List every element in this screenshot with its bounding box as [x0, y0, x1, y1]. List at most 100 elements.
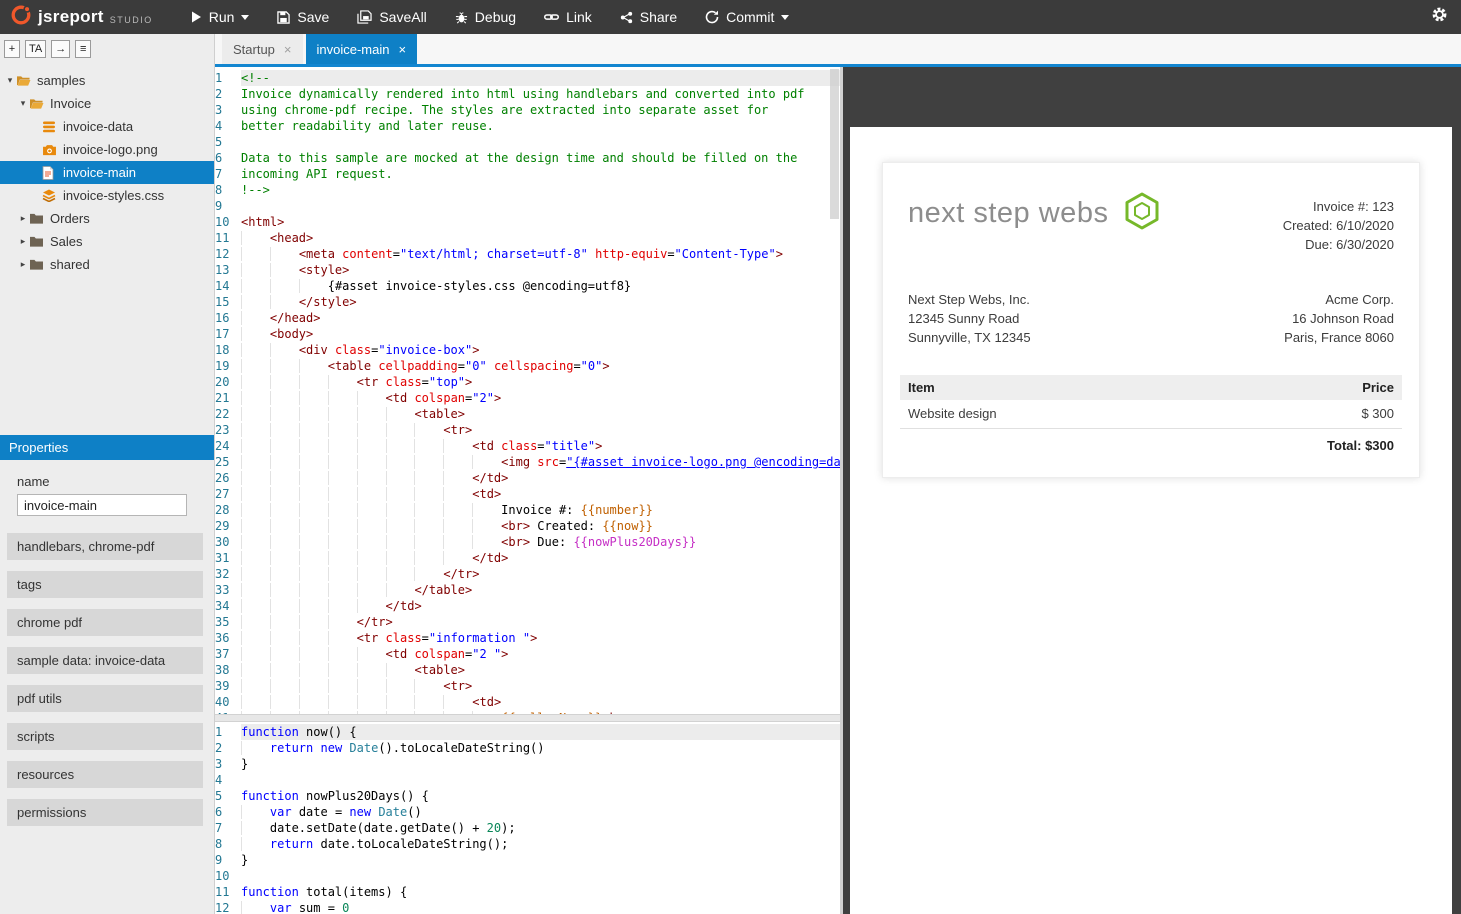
code-line[interactable]: 3using chrome-pdf recipe. The styles are… — [215, 102, 840, 118]
properties-section[interactable]: pdf utils — [7, 685, 203, 712]
close-icon[interactable]: × — [284, 42, 292, 57]
tree-item-invoice-data[interactable]: invoice-data — [0, 115, 214, 138]
expander-icon[interactable]: ▾ — [17, 98, 29, 109]
tree-menu-button[interactable]: ≡ — [75, 40, 91, 58]
code-line[interactable]: 41 {{sellerName}}<br> — [215, 710, 840, 714]
expander-icon[interactable]: ▸ — [17, 213, 29, 224]
code-line[interactable]: 40 <td> — [215, 694, 840, 710]
template-editor-pane[interactable]: 1<!--2Invoice dynamically rendered into … — [215, 67, 840, 714]
code-line[interactable]: 11 <head> — [215, 230, 840, 246]
code-line[interactable]: 30 <br> Due: {{nowPlus20Days}} — [215, 534, 840, 550]
expander-icon[interactable]: ▸ — [17, 259, 29, 270]
code-line[interactable]: 15 </style> — [215, 294, 840, 310]
run-button[interactable]: Run — [191, 9, 250, 25]
code-line[interactable]: 36 <tr class="information "> — [215, 630, 840, 646]
line-number: 5 — [215, 134, 241, 150]
code-line[interactable]: 19 <table cellpadding="0" cellspacing="0… — [215, 358, 840, 374]
code-line[interactable]: 12 <meta content="text/html; charset=utf… — [215, 246, 840, 262]
name-input[interactable] — [17, 494, 187, 516]
code-line[interactable]: 17 <body> — [215, 326, 840, 342]
code-line[interactable]: 10 — [215, 868, 840, 884]
share-button[interactable]: Share — [620, 9, 677, 25]
code-line[interactable]: 38 <table> — [215, 662, 840, 678]
code-line[interactable]: 4better readability and later reuse. — [215, 118, 840, 134]
debug-button[interactable]: Debug — [455, 9, 516, 25]
code-line[interactable]: 6Data to this sample are mocked at the d… — [215, 150, 840, 166]
code-line[interactable]: 12 var sum = 0 — [215, 900, 840, 914]
filter-button[interactable]: TA — [25, 40, 46, 58]
properties-section[interactable]: permissions — [7, 799, 203, 826]
properties-section[interactable]: tags — [7, 571, 203, 598]
code-line[interactable]: 31 </td> — [215, 550, 840, 566]
properties-section[interactable]: sample data: invoice-data — [7, 647, 203, 674]
code-line[interactable]: 16 </head> — [215, 310, 840, 326]
code-line[interactable]: 32 </tr> — [215, 566, 840, 582]
tree-item-invoice[interactable]: ▾Invoice — [0, 92, 214, 115]
code-line[interactable]: 6 var date = new Date() — [215, 804, 840, 820]
code-line[interactable]: 22 <table> — [215, 406, 840, 422]
code-line[interactable]: 3} — [215, 756, 840, 772]
code-line[interactable]: 10<html> — [215, 214, 840, 230]
properties-header[interactable]: Properties — [0, 435, 214, 460]
code-line[interactable]: 34 </td> — [215, 598, 840, 614]
tree-item-invoice-logo.png[interactable]: invoice-logo.png — [0, 138, 214, 161]
tree-item-shared[interactable]: ▸shared — [0, 253, 214, 276]
properties-section[interactable]: resources — [7, 761, 203, 788]
code-line[interactable]: 7 date.setDate(date.getDate() + 20); — [215, 820, 840, 836]
expander-icon[interactable]: ▾ — [4, 75, 16, 86]
code-line[interactable]: 9} — [215, 852, 840, 868]
expander-icon[interactable]: ▸ — [17, 236, 29, 247]
code-line[interactable]: 28 Invoice #: {{number}} — [215, 502, 840, 518]
tree-item-samples[interactable]: ▾samples — [0, 69, 214, 92]
properties-section[interactable]: chrome pdf — [7, 609, 203, 636]
code-line[interactable]: 23 <tr> — [215, 422, 840, 438]
properties-section[interactable]: scripts — [7, 723, 203, 750]
editor-scrollbar[interactable] — [830, 69, 839, 219]
code-line[interactable]: 1<!-- — [215, 70, 840, 86]
code-line[interactable]: 24 <td class="title"> — [215, 438, 840, 454]
save-all-button[interactable]: SaveAll — [357, 9, 426, 25]
properties-section[interactable]: handlebars, chrome-pdf — [7, 533, 203, 560]
line-number: 5 — [215, 788, 241, 804]
code-line[interactable]: 27 <td> — [215, 486, 840, 502]
code-line[interactable]: 29 <br> Created: {{now}} — [215, 518, 840, 534]
code-line[interactable]: 33 </table> — [215, 582, 840, 598]
code-line[interactable]: 11function total(items) { — [215, 884, 840, 900]
code-line[interactable]: 20 <tr class="top"> — [215, 374, 840, 390]
horizontal-splitter[interactable] — [215, 714, 840, 722]
tree-item-invoice-styles.css[interactable]: invoice-styles.css — [0, 184, 214, 207]
tab-invoice-main[interactable]: invoice-main× — [306, 34, 418, 64]
code-line[interactable]: 39 <tr> — [215, 678, 840, 694]
close-icon[interactable]: × — [399, 42, 407, 57]
code-line[interactable]: 9 — [215, 198, 840, 214]
link-button[interactable]: Link — [544, 9, 592, 25]
code-line[interactable]: 1function now() { — [215, 724, 840, 740]
code-line[interactable]: 37 <td colspan="2 "> — [215, 646, 840, 662]
settings-button[interactable] — [1431, 6, 1461, 28]
tree-item-invoice-main[interactable]: invoice-main — [0, 161, 214, 184]
code-line[interactable]: 14 {#asset invoice-styles.css @encoding=… — [215, 278, 840, 294]
jsreport-logo[interactable]: jsreport STUDIO — [0, 4, 163, 31]
code-line[interactable]: 4 — [215, 772, 840, 788]
code-line[interactable]: 25 <img src="{#asset invoice-logo.png @e… — [215, 454, 840, 470]
new-entity-button[interactable]: + — [4, 40, 20, 58]
code-line[interactable]: 26 </td> — [215, 470, 840, 486]
code-line[interactable]: 8!--> — [215, 182, 840, 198]
code-line[interactable]: 5function nowPlus20Days() { — [215, 788, 840, 804]
code-line[interactable]: 21 <td colspan="2"> — [215, 390, 840, 406]
save-button[interactable]: Save — [277, 9, 329, 25]
tab-startup[interactable]: Startup× — [222, 34, 303, 64]
code-line[interactable]: 13 <style> — [215, 262, 840, 278]
code-line[interactable]: 5 — [215, 134, 840, 150]
helpers-editor-pane[interactable]: 1function now() {2 return new Date().toL… — [215, 722, 840, 914]
collapse-tree-button[interactable]: → — [51, 40, 70, 58]
code-line[interactable]: 2 return new Date().toLocaleDateString() — [215, 740, 840, 756]
code-line[interactable]: 8 return date.toLocaleDateString(); — [215, 836, 840, 852]
tree-item-sales[interactable]: ▸Sales — [0, 230, 214, 253]
tree-item-orders[interactable]: ▸Orders — [0, 207, 214, 230]
code-line[interactable]: 7incoming API request. — [215, 166, 840, 182]
code-line[interactable]: 18 <div class="invoice-box"> — [215, 342, 840, 358]
code-line[interactable]: 35 </tr> — [215, 614, 840, 630]
code-line[interactable]: 2Invoice dynamically rendered into html … — [215, 86, 840, 102]
commit-button[interactable]: Commit — [705, 9, 789, 25]
